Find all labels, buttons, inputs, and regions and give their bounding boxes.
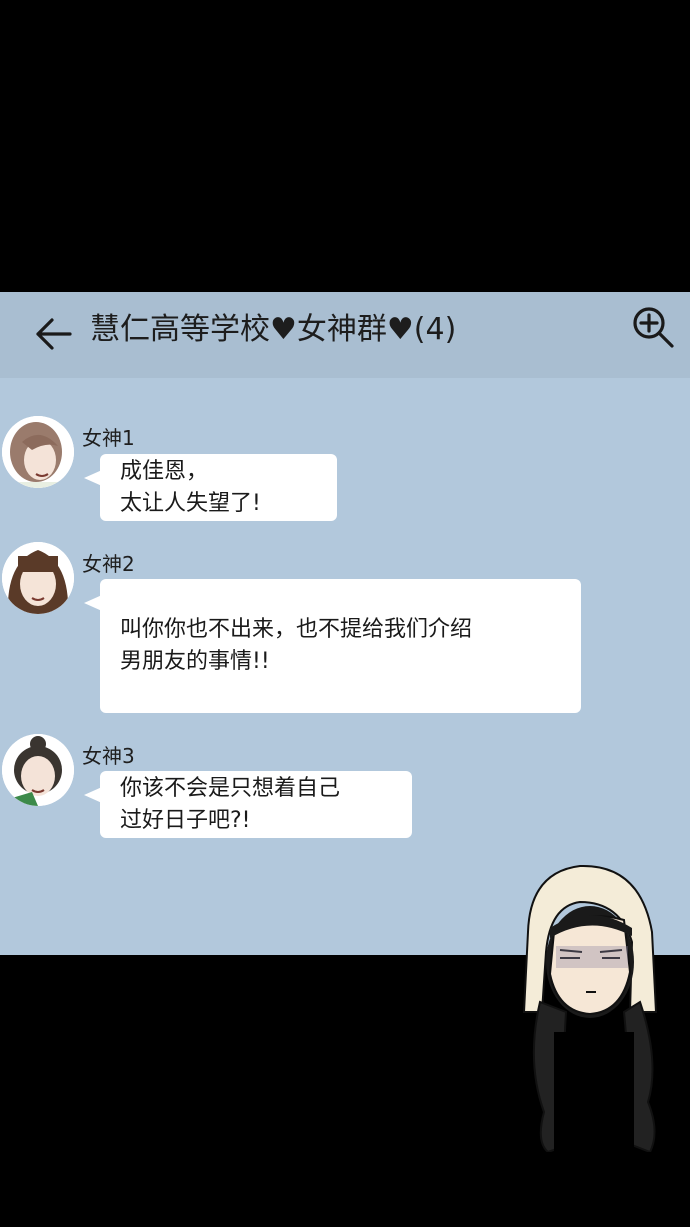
message-line: 你该不会是只想着自己 bbox=[120, 775, 341, 801]
message-line: 男朋友的事情!! bbox=[120, 649, 270, 674]
sender-name: 女神3 bbox=[82, 744, 135, 768]
message-line: 太让人失望了! bbox=[120, 490, 261, 516]
message-line: 叫你你也不出来，也不提给我们介绍 bbox=[120, 617, 473, 642]
message-line: 成佳恩， bbox=[120, 458, 209, 484]
avatar-portrait-1 bbox=[2, 416, 74, 488]
message-bubble: 叫你你也不出来，也不提给我们介绍 男朋友的事情!! bbox=[84, 579, 581, 713]
avatar-goddess-3[interactable] bbox=[2, 734, 74, 806]
sender-name: 女神2 bbox=[82, 552, 135, 576]
avatar-portrait-3 bbox=[2, 734, 74, 806]
message-bubble: 成佳恩， 太让人失望了! bbox=[84, 454, 337, 521]
message-line: 过好日子吧?! bbox=[120, 807, 251, 833]
chat-title: 慧仁高等学校♥女神群♥(4) bbox=[90, 312, 457, 347]
arrow-left-icon[interactable] bbox=[32, 312, 76, 356]
zoom-in-icon[interactable] bbox=[630, 304, 676, 350]
message-bubble: 你该不会是只想着自己 过好日子吧?! bbox=[84, 771, 412, 838]
chat-window: 慧仁高等学校♥女神群♥(4) 女神1 成佳恩， 太让人失望了! 女神2 叫你你也… bbox=[0, 292, 690, 955]
avatar-goddess-2[interactable] bbox=[2, 542, 74, 614]
avatar-portrait-2 bbox=[2, 542, 74, 614]
hooded-girl-illustration bbox=[522, 864, 658, 1152]
avatar-goddess-1[interactable] bbox=[2, 416, 74, 488]
sender-name: 女神1 bbox=[82, 426, 135, 450]
chat-header: 慧仁高等学校♥女神群♥(4) bbox=[0, 292, 690, 378]
